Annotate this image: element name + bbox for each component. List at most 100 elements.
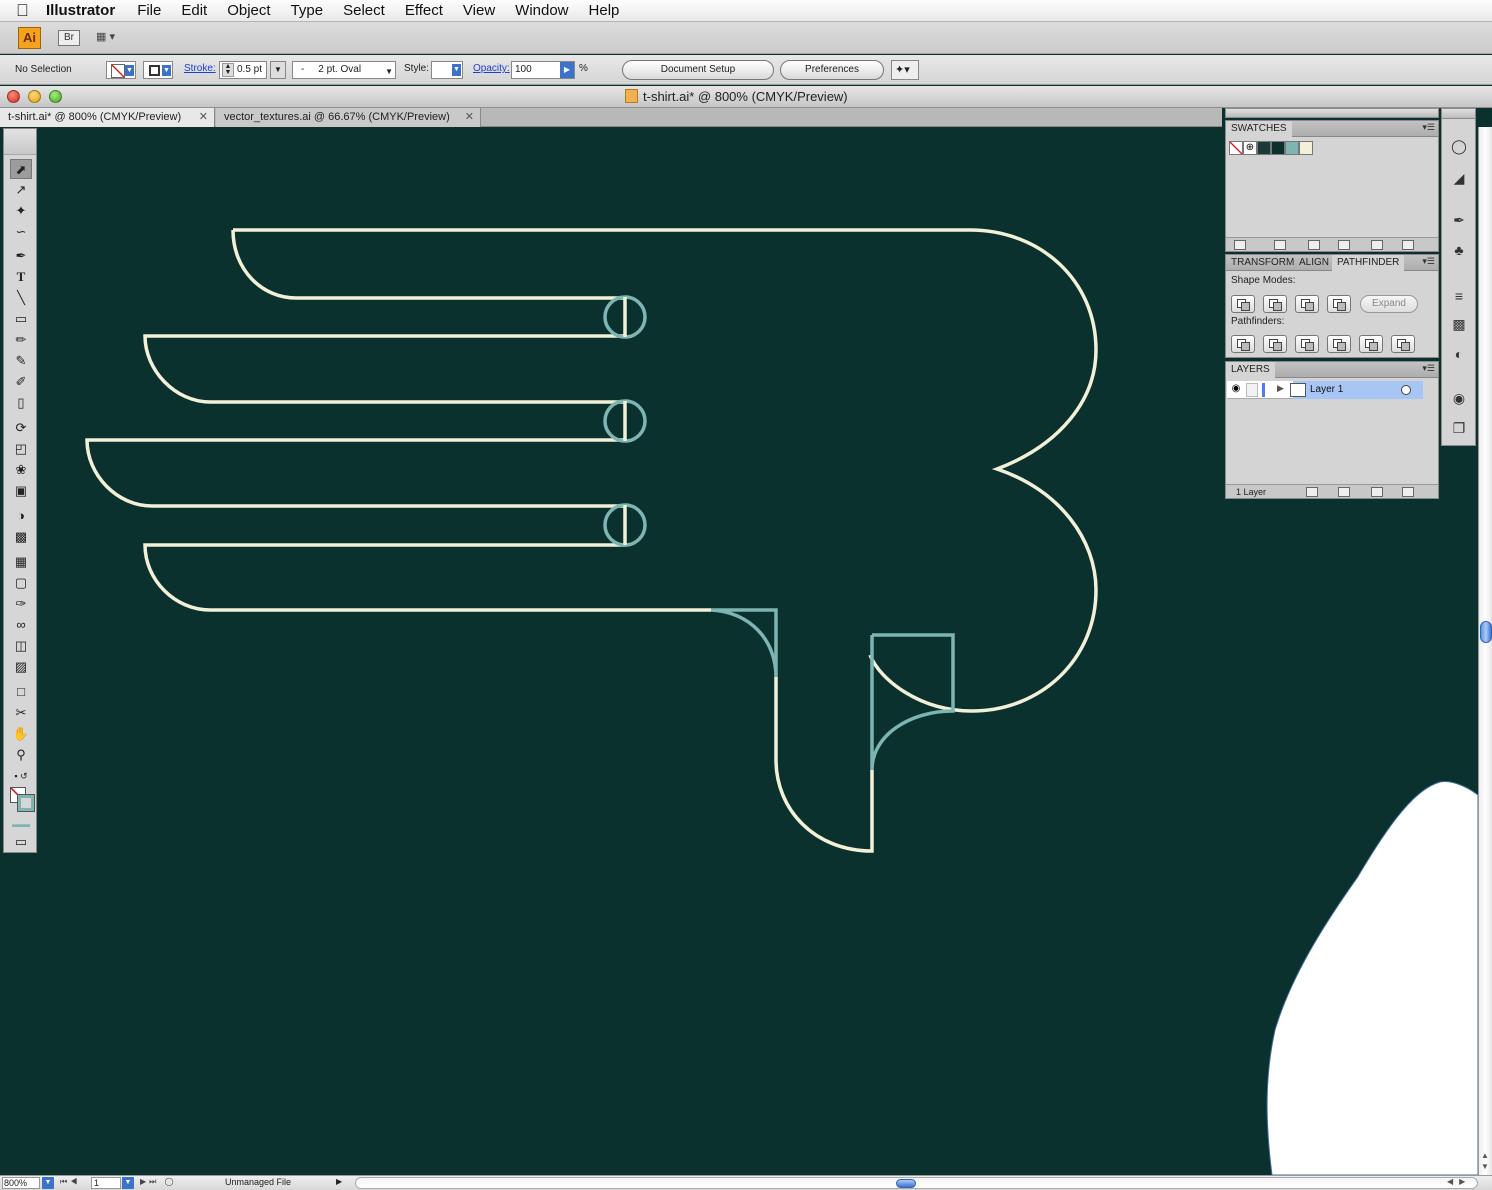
swatch-libraries-icon[interactable] (1234, 240, 1246, 250)
scroll-arrows-icon[interactable]: ▲ ▼ (1481, 1150, 1489, 1172)
close-tab-icon[interactable]: ✕ (465, 108, 474, 126)
trim-button[interactable] (1263, 335, 1287, 353)
status-menu-icon[interactable]: ▶ (336, 1177, 342, 1186)
brushes-panel-icon[interactable]: ✒ (1450, 211, 1468, 229)
zoom-level-input[interactable]: 800% (2, 1177, 40, 1189)
blend-tool-icon[interactable]: ∞ (10, 615, 32, 635)
mesh-tool-icon[interactable]: ▦ (10, 552, 32, 572)
opacity-input[interactable]: 100 ▶ (511, 61, 575, 79)
document-setup-button[interactable]: Document Setup (622, 60, 774, 80)
color-panel-icon[interactable]: ◯ (1450, 137, 1468, 155)
zoom-dropdown-icon[interactable]: ▼ (42, 1177, 54, 1189)
magic-wand-tool-icon[interactable]: ✦ (10, 201, 32, 221)
menu-file[interactable]: File (137, 2, 161, 19)
artboard-prev-nav[interactable]: ⏮◀ (60, 1177, 80, 1187)
close-window-button[interactable] (7, 90, 20, 103)
live-paint-selection-tool-icon[interactable]: ▨ (10, 657, 32, 677)
menu-type[interactable]: Type (291, 2, 324, 19)
blob-brush-tool-icon[interactable]: ✐ (10, 372, 32, 392)
swatch-options-icon[interactable] (1308, 240, 1320, 250)
menu-effect[interactable]: Effect (405, 2, 443, 19)
transparency-panel-icon[interactable]: ◐ (1450, 345, 1468, 363)
new-swatch-icon[interactable] (1371, 240, 1383, 250)
stroke-weight-input[interactable]: ▲ ▼ 0.5 pt (219, 61, 267, 79)
swatch-none[interactable] (1229, 141, 1243, 155)
tab-swatches[interactable]: SWATCHES (1226, 121, 1292, 137)
artboard-tool-icon[interactable]: □ (10, 682, 32, 702)
layer-row[interactable]: ◉ Layer 1 ▶ (1227, 381, 1423, 399)
artboard-dropdown-icon[interactable]: ▼ (122, 1177, 134, 1189)
gradient-panel-icon[interactable]: ▩ (1450, 315, 1468, 333)
selection-tool-icon[interactable]: ⬈ (10, 159, 32, 179)
preferences-button[interactable]: Preferences (780, 60, 884, 80)
zoom-tool-icon[interactable]: ⚲ (10, 745, 32, 765)
live-paint-bucket-tool-icon[interactable]: ◫ (10, 636, 32, 656)
line-tool-icon[interactable]: ╲ (10, 288, 32, 308)
strip-grip[interactable] (1442, 109, 1475, 119)
lasso-tool-icon[interactable]: ∽ (10, 222, 32, 242)
select-similar-button[interactable]: ✦▾ (891, 60, 919, 80)
eraser-tool-icon[interactable]: ▯ (10, 393, 32, 413)
fill-swatch-dropdown[interactable]: ▼ (106, 61, 136, 79)
fill-stroke-indicator[interactable] (10, 787, 36, 812)
new-color-group-icon[interactable] (1338, 240, 1350, 250)
rectangle-tool-icon[interactable]: ▭ (10, 309, 32, 329)
expand-button[interactable]: Expand (1360, 295, 1418, 313)
column-graph-tool-icon[interactable]: ▩ (10, 527, 32, 547)
chevron-right-icon[interactable]: ▶ (560, 62, 574, 78)
lock-toggle[interactable] (1246, 383, 1258, 397)
type-tool-icon[interactable]: T (10, 267, 32, 287)
symbol-sprayer-tool-icon[interactable]: ◑ (10, 506, 32, 526)
divide-button[interactable] (1231, 335, 1255, 353)
menu-view[interactable]: View (463, 2, 495, 19)
panel-menu-icon[interactable]: ▾☰ (1422, 256, 1435, 267)
pencil-tool-icon[interactable]: ✎ (10, 351, 32, 371)
tab-transform[interactable]: TRANSFORM (1226, 255, 1299, 271)
color-guide-icon[interactable]: ◢ (1450, 169, 1468, 187)
pen-tool-icon[interactable]: ✒ (10, 246, 32, 266)
horizontal-scroll-thumb[interactable] (896, 1179, 916, 1188)
tools-panel-grip[interactable] (4, 129, 36, 155)
menu-select[interactable]: Select (343, 2, 385, 19)
scale-tool-icon[interactable]: ◰ (10, 439, 32, 459)
vertical-scroll-thumb[interactable] (1480, 621, 1492, 643)
free-transform-tool-icon[interactable]: ▣ (10, 481, 32, 501)
expand-triangle-icon[interactable]: ▶ (1277, 383, 1284, 394)
menu-window[interactable]: Window (515, 2, 568, 19)
paintbrush-tool-icon[interactable]: ✏ (10, 330, 32, 350)
intersect-button[interactable] (1295, 295, 1319, 313)
bridge-button[interactable]: Br (58, 30, 80, 46)
close-tab-icon[interactable]: ✕ (199, 108, 208, 126)
gradient-tool-icon[interactable]: ▢ (10, 573, 32, 593)
stepper-icon[interactable]: ▲ ▼ (222, 63, 234, 77)
dock-grip[interactable] (1225, 108, 1439, 118)
opacity-label-link[interactable]: Opacity: (473, 63, 510, 74)
stroke-color-icon[interactable] (17, 794, 35, 812)
app-menu[interactable]: Illustrator (46, 2, 115, 19)
brush-definition-dropdown[interactable]: - 2 pt. Oval ▼ (292, 61, 396, 79)
minimize-window-button[interactable] (28, 90, 41, 103)
tab-layers[interactable]: LAYERS (1226, 362, 1275, 378)
appearance-panel-icon[interactable]: ◉ (1450, 389, 1468, 407)
slice-tool-icon[interactable]: ✂ (10, 703, 32, 723)
menu-edit[interactable]: Edit (181, 2, 207, 19)
unite-button[interactable] (1231, 295, 1255, 313)
layer-target-icon[interactable] (1401, 385, 1411, 395)
zoom-window-button[interactable] (49, 90, 62, 103)
swatch-deep-green[interactable] (1271, 141, 1285, 155)
crop-button[interactable] (1327, 335, 1351, 353)
stroke-panel-icon[interactable]: ≡ (1450, 287, 1468, 305)
screen-mode-icon[interactable]: ▭ (10, 832, 32, 852)
arrange-documents-button[interactable]: ▦ ▾ (96, 30, 128, 46)
vertical-scrollbar[interactable]: ▲ ▼ (1478, 127, 1492, 1175)
minus-front-button[interactable] (1263, 295, 1287, 313)
artboard-next-nav[interactable]: ▶⏭ ◯ (140, 1177, 177, 1187)
graphic-styles-icon[interactable]: ❐ (1450, 419, 1468, 437)
eyedropper-tool-icon[interactable]: ✑ (10, 594, 32, 614)
graphic-style-dropdown[interactable]: ▼ (431, 61, 463, 79)
exclude-button[interactable] (1327, 295, 1351, 313)
symbols-panel-icon[interactable]: ♣ (1450, 241, 1468, 259)
delete-layer-icon[interactable] (1402, 487, 1414, 497)
apple-menu-icon[interactable]:  (16, 1, 46, 21)
swatch-registration[interactable]: ⊕ (1243, 141, 1257, 155)
